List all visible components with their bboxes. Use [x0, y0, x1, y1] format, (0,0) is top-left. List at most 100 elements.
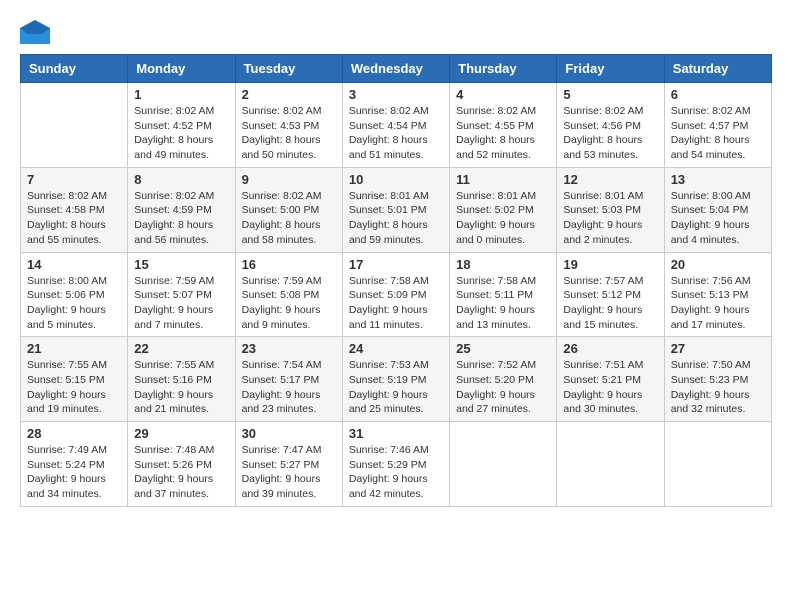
- calendar-cell: 6 Sunrise: 8:02 AM Sunset: 4:57 PM Daylig…: [664, 83, 771, 168]
- day-info: Sunrise: 8:02 AM Sunset: 4:55 PM Dayligh…: [456, 104, 550, 163]
- calendar-cell: 18 Sunrise: 7:58 AM Sunset: 5:11 PM Dayli…: [450, 252, 557, 337]
- calendar-cell: 19 Sunrise: 7:57 AM Sunset: 5:12 PM Dayli…: [557, 252, 664, 337]
- calendar-cell: 11 Sunrise: 8:01 AM Sunset: 5:02 PM Dayli…: [450, 167, 557, 252]
- calendar-cell: 4 Sunrise: 8:02 AM Sunset: 4:55 PM Daylig…: [450, 83, 557, 168]
- calendar-cell: 12 Sunrise: 8:01 AM Sunset: 5:03 PM Dayli…: [557, 167, 664, 252]
- page-header: [20, 20, 772, 44]
- calendar-week-row: 21 Sunrise: 7:55 AM Sunset: 5:15 PM Dayli…: [21, 337, 772, 422]
- calendar-cell: [664, 422, 771, 507]
- day-number: 6: [671, 87, 765, 102]
- calendar-cell: 10 Sunrise: 8:01 AM Sunset: 5:01 PM Dayli…: [342, 167, 449, 252]
- day-header-saturday: Saturday: [664, 55, 771, 83]
- day-number: 11: [456, 172, 550, 187]
- calendar-cell: 22 Sunrise: 7:55 AM Sunset: 5:16 PM Dayli…: [128, 337, 235, 422]
- day-number: 4: [456, 87, 550, 102]
- calendar-week-row: 7 Sunrise: 8:02 AM Sunset: 4:58 PM Daylig…: [21, 167, 772, 252]
- day-info: Sunrise: 7:57 AM Sunset: 5:12 PM Dayligh…: [563, 274, 657, 333]
- calendar-cell: 7 Sunrise: 8:02 AM Sunset: 4:58 PM Daylig…: [21, 167, 128, 252]
- calendar-cell: 31 Sunrise: 7:46 AM Sunset: 5:29 PM Dayli…: [342, 422, 449, 507]
- calendar-cell: 27 Sunrise: 7:50 AM Sunset: 5:23 PM Dayli…: [664, 337, 771, 422]
- day-info: Sunrise: 8:01 AM Sunset: 5:02 PM Dayligh…: [456, 189, 550, 248]
- day-info: Sunrise: 7:58 AM Sunset: 5:09 PM Dayligh…: [349, 274, 443, 333]
- day-number: 16: [242, 257, 336, 272]
- calendar-cell: 5 Sunrise: 8:02 AM Sunset: 4:56 PM Daylig…: [557, 83, 664, 168]
- day-number: 23: [242, 341, 336, 356]
- calendar-cell: 28 Sunrise: 7:49 AM Sunset: 5:24 PM Dayli…: [21, 422, 128, 507]
- day-number: 10: [349, 172, 443, 187]
- day-info: Sunrise: 8:00 AM Sunset: 5:06 PM Dayligh…: [27, 274, 121, 333]
- day-number: 8: [134, 172, 228, 187]
- calendar-cell: 3Sunrise: 8:02 AM Sunset: 4:54 PM Daylig…: [342, 83, 449, 168]
- day-info: Sunrise: 8:00 AM Sunset: 5:04 PM Dayligh…: [671, 189, 765, 248]
- day-header-sunday: Sunday: [21, 55, 128, 83]
- day-number: 15: [134, 257, 228, 272]
- day-number: 5: [563, 87, 657, 102]
- day-info: Sunrise: 8:02 AM Sunset: 4:59 PM Dayligh…: [134, 189, 228, 248]
- day-header-wednesday: Wednesday: [342, 55, 449, 83]
- day-info: Sunrise: 7:55 AM Sunset: 5:16 PM Dayligh…: [134, 358, 228, 417]
- day-info: Sunrise: 8:01 AM Sunset: 5:03 PM Dayligh…: [563, 189, 657, 248]
- calendar-week-row: 1 Sunrise: 8:02 AM Sunset: 4:52 PM Daylig…: [21, 83, 772, 168]
- calendar-cell: 17 Sunrise: 7:58 AM Sunset: 5:09 PM Dayli…: [342, 252, 449, 337]
- day-number: 17: [349, 257, 443, 272]
- day-header-monday: Monday: [128, 55, 235, 83]
- day-info: Sunrise: 7:49 AM Sunset: 5:24 PM Dayligh…: [27, 443, 121, 502]
- day-number: 7: [27, 172, 121, 187]
- day-info: Sunrise: 7:52 AM Sunset: 5:20 PM Dayligh…: [456, 358, 550, 417]
- day-number: 21: [27, 341, 121, 356]
- calendar-cell: 24Sunrise: 7:53 AM Sunset: 5:19 PM Dayli…: [342, 337, 449, 422]
- day-info: Sunrise: 7:58 AM Sunset: 5:11 PM Dayligh…: [456, 274, 550, 333]
- calendar-cell: 14Sunrise: 8:00 AM Sunset: 5:06 PM Dayli…: [21, 252, 128, 337]
- calendar-cell: 25 Sunrise: 7:52 AM Sunset: 5:20 PM Dayli…: [450, 337, 557, 422]
- day-number: 18: [456, 257, 550, 272]
- day-info: Sunrise: 7:54 AM Sunset: 5:17 PM Dayligh…: [242, 358, 336, 417]
- day-number: 12: [563, 172, 657, 187]
- day-header-tuesday: Tuesday: [235, 55, 342, 83]
- day-number: 26: [563, 341, 657, 356]
- day-info: Sunrise: 7:50 AM Sunset: 5:23 PM Dayligh…: [671, 358, 765, 417]
- day-info: Sunrise: 7:59 AM Sunset: 5:07 PM Dayligh…: [134, 274, 228, 333]
- calendar-cell: 1 Sunrise: 8:02 AM Sunset: 4:52 PM Daylig…: [128, 83, 235, 168]
- day-info: Sunrise: 8:02 AM Sunset: 4:57 PM Dayligh…: [671, 104, 765, 163]
- day-number: 3: [349, 87, 443, 102]
- calendar-week-row: 28 Sunrise: 7:49 AM Sunset: 5:24 PM Dayli…: [21, 422, 772, 507]
- day-number: 2: [242, 87, 336, 102]
- day-info: Sunrise: 8:02 AM Sunset: 4:58 PM Dayligh…: [27, 189, 121, 248]
- day-number: 31: [349, 426, 443, 441]
- day-number: 20: [671, 257, 765, 272]
- day-number: 22: [134, 341, 228, 356]
- calendar-cell: 13 Sunrise: 8:00 AM Sunset: 5:04 PM Dayli…: [664, 167, 771, 252]
- day-number: 13: [671, 172, 765, 187]
- calendar-cell: 23 Sunrise: 7:54 AM Sunset: 5:17 PM Dayli…: [235, 337, 342, 422]
- day-info: Sunrise: 8:02 AM Sunset: 4:52 PM Dayligh…: [134, 104, 228, 163]
- day-info: Sunrise: 7:56 AM Sunset: 5:13 PM Dayligh…: [671, 274, 765, 333]
- calendar-cell: 21 Sunrise: 7:55 AM Sunset: 5:15 PM Dayli…: [21, 337, 128, 422]
- day-info: Sunrise: 8:02 AM Sunset: 4:56 PM Dayligh…: [563, 104, 657, 163]
- day-number: 9: [242, 172, 336, 187]
- day-header-thursday: Thursday: [450, 55, 557, 83]
- calendar-cell: 2 Sunrise: 8:02 AM Sunset: 4:53 PM Daylig…: [235, 83, 342, 168]
- day-info: Sunrise: 8:02 AM Sunset: 5:00 PM Dayligh…: [242, 189, 336, 248]
- logo-icon: [20, 20, 50, 44]
- calendar-header-row: SundayMondayTuesdayWednesdayThursdayFrid…: [21, 55, 772, 83]
- calendar-table: SundayMondayTuesdayWednesdayThursdayFrid…: [20, 54, 772, 507]
- day-number: 28: [27, 426, 121, 441]
- calendar-cell: [450, 422, 557, 507]
- day-info: Sunrise: 8:02 AM Sunset: 4:53 PM Dayligh…: [242, 104, 336, 163]
- day-info: Sunrise: 7:55 AM Sunset: 5:15 PM Dayligh…: [27, 358, 121, 417]
- day-number: 19: [563, 257, 657, 272]
- day-info: Sunrise: 7:51 AM Sunset: 5:21 PM Dayligh…: [563, 358, 657, 417]
- day-info: Sunrise: 7:46 AM Sunset: 5:29 PM Dayligh…: [349, 443, 443, 502]
- day-number: 27: [671, 341, 765, 356]
- calendar-cell: 16Sunrise: 7:59 AM Sunset: 5:08 PM Dayli…: [235, 252, 342, 337]
- day-info: Sunrise: 7:53 AM Sunset: 5:19 PM Dayligh…: [349, 358, 443, 417]
- logo: [20, 20, 54, 44]
- calendar-cell: 20 Sunrise: 7:56 AM Sunset: 5:13 PM Dayli…: [664, 252, 771, 337]
- day-number: 1: [134, 87, 228, 102]
- day-number: 29: [134, 426, 228, 441]
- day-number: 25: [456, 341, 550, 356]
- day-info: Sunrise: 8:01 AM Sunset: 5:01 PM Dayligh…: [349, 189, 443, 248]
- day-number: 30: [242, 426, 336, 441]
- day-info: Sunrise: 7:48 AM Sunset: 5:26 PM Dayligh…: [134, 443, 228, 502]
- calendar-week-row: 14Sunrise: 8:00 AM Sunset: 5:06 PM Dayli…: [21, 252, 772, 337]
